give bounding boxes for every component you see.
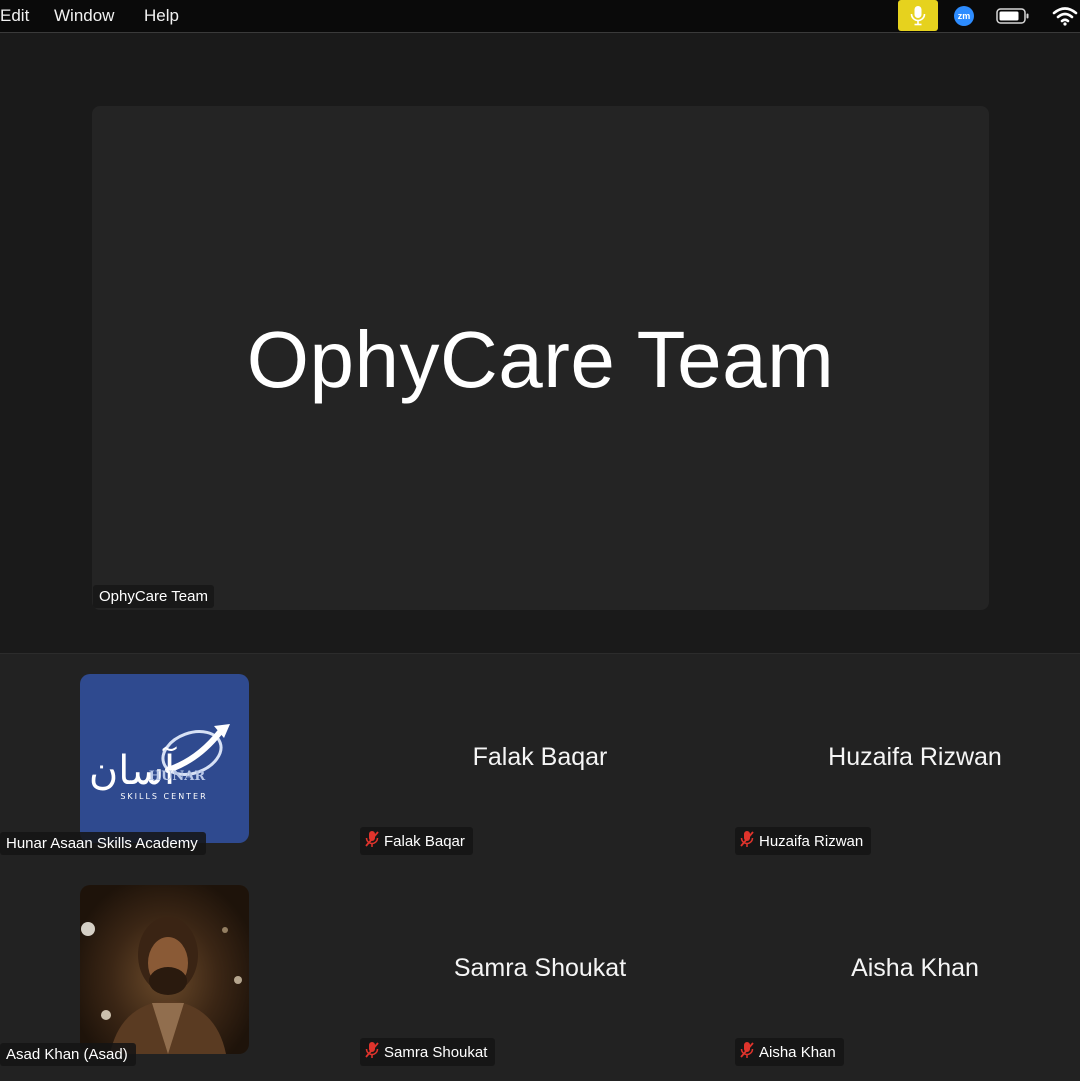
menu-help[interactable]: Help: [144, 6, 179, 26]
microphone-icon[interactable]: [898, 0, 938, 31]
zoom-app-icon[interactable]: zm: [954, 6, 974, 26]
muted-mic-icon: [364, 830, 380, 852]
active-speaker-tile[interactable]: OphyCare Team OphyCare Team: [92, 106, 989, 610]
participant-name-label: Hunar Asaan Skills Academy: [6, 835, 198, 852]
participant-label: Aisha Khan: [735, 1038, 844, 1066]
participant-name-label: Falak Baqar: [384, 832, 465, 850]
participant-tile[interactable]: Asad Khan (Asad): [0, 865, 360, 1076]
participant-photo: [80, 885, 249, 1054]
active-speaker-stage: OphyCare Team OphyCare Team: [0, 33, 1080, 653]
battery-icon[interactable]: [996, 8, 1030, 29]
participant-tile[interactable]: Samra Shoukat Samra Shoukat: [360, 865, 720, 1076]
participant-display-name: Falak Baqar: [472, 743, 608, 771]
participant-tile[interactable]: Huzaifa Rizwan Huzaifa Rizwan: [735, 654, 1080, 865]
participant-logo: آسان HUNAR SKILLS CENTER: [80, 674, 249, 843]
participant-name-label: Aisha Khan: [759, 1043, 836, 1061]
participant-name-label: Samra Shoukat: [384, 1043, 488, 1061]
gallery-strip: آسان HUNAR SKILLS CENTER Hunar Asaan Ski…: [0, 653, 1080, 1081]
muted-mic-icon: [739, 1041, 755, 1063]
participant-label: Huzaifa Rizwan: [735, 827, 872, 855]
menu-window[interactable]: Window: [54, 6, 114, 26]
participant-label: Asad Khan (Asad): [0, 1043, 136, 1066]
muted-mic-icon: [364, 1041, 380, 1063]
participant-label: Samra Shoukat: [360, 1038, 496, 1066]
menu-edit[interactable]: Edit: [0, 6, 29, 26]
menu-bar: Edit Window Help zm: [0, 0, 1080, 33]
participant-display-name: Aisha Khan: [851, 954, 979, 982]
participant-tile[interactable]: Aisha Khan Aisha Khan: [735, 865, 1080, 1076]
wifi-icon[interactable]: [1052, 6, 1078, 31]
participant-display-name: Samra Shoukat: [453, 954, 627, 982]
active-speaker-label: OphyCare Team: [93, 585, 214, 608]
logo-tagline-text: SKILLS CENTER: [120, 792, 207, 801]
participant-name-label: Huzaifa Rizwan: [759, 832, 864, 850]
participant-label: Hunar Asaan Skills Academy: [0, 832, 206, 855]
active-speaker-name: OphyCare Team: [246, 315, 835, 404]
participant-label: Falak Baqar: [360, 827, 473, 855]
muted-mic-icon: [739, 830, 755, 852]
participant-tile[interactable]: آسان HUNAR SKILLS CENTER Hunar Asaan Ski…: [0, 654, 360, 865]
participant-display-name: Huzaifa Rizwan: [828, 743, 1002, 771]
participant-tile[interactable]: Falak Baqar Falak Baqar: [360, 654, 720, 865]
participant-name-label: Asad Khan (Asad): [6, 1046, 128, 1063]
logo-hunar-text: HUNAR: [149, 769, 206, 784]
